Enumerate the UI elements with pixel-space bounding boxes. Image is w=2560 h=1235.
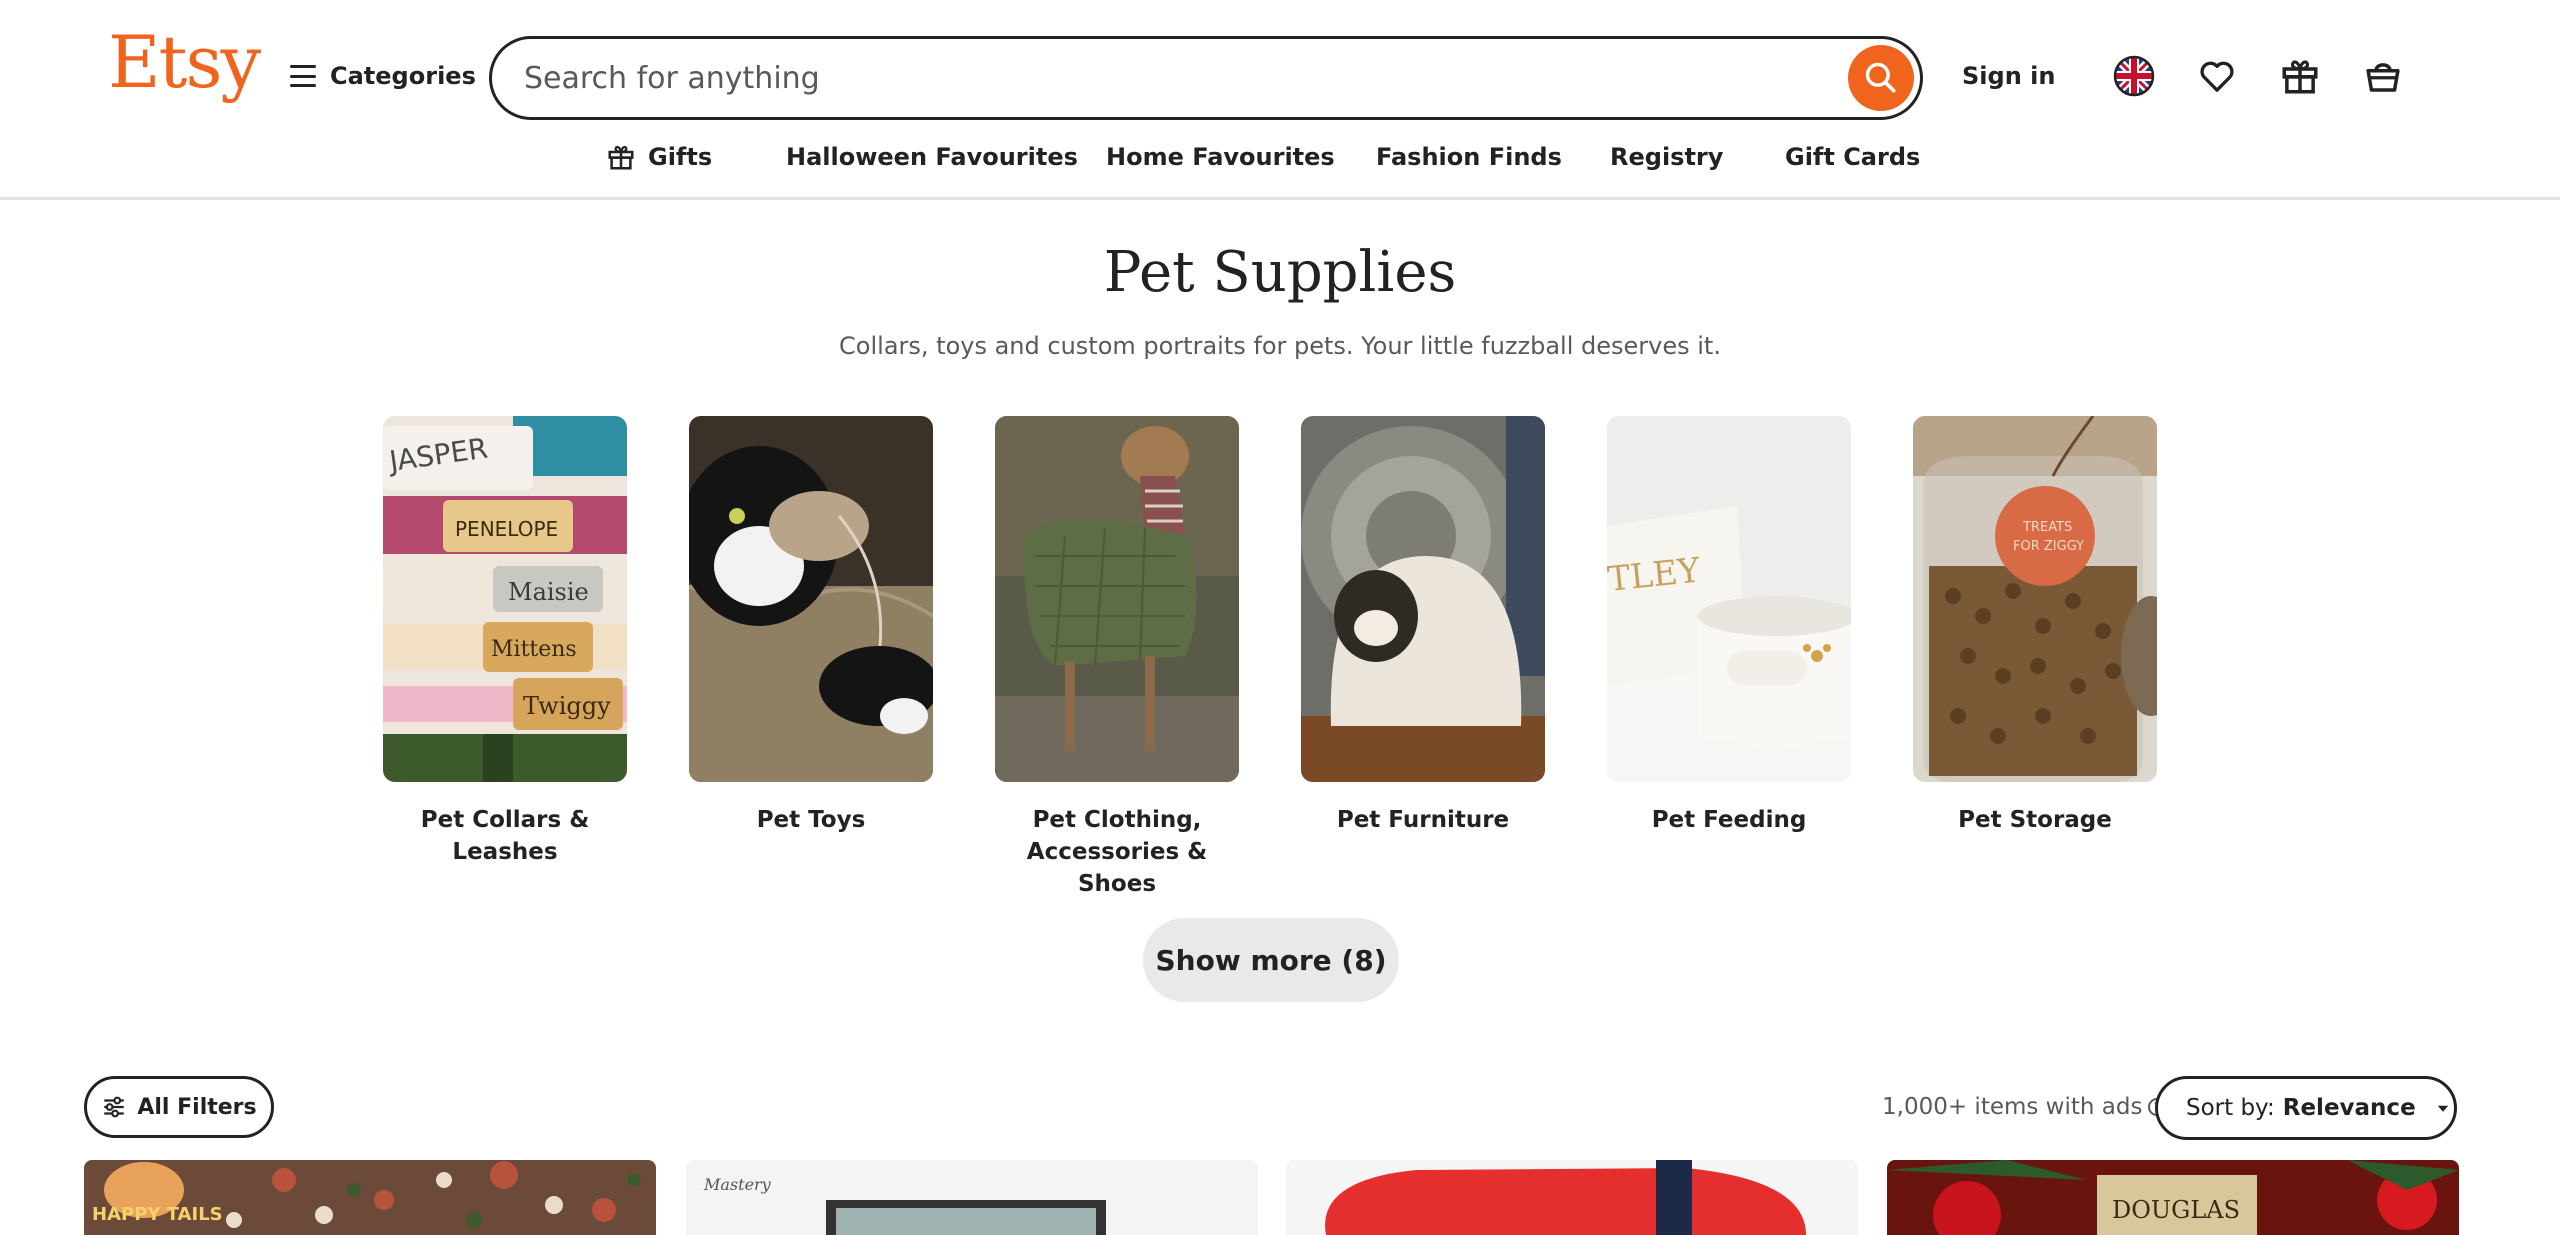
subnav-fashion-finds[interactable]: Fashion Finds xyxy=(1376,135,1562,179)
subnav-halloween-favourites[interactable]: Halloween Favourites xyxy=(786,135,1078,179)
svg-text:TREATS: TREATS xyxy=(2022,520,2072,535)
sign-in-link[interactable]: Sign in xyxy=(1962,56,2055,96)
category-pet-toys[interactable]: Pet Toys xyxy=(689,416,933,836)
category-label: Pet Feeding xyxy=(1651,807,1807,833)
listing-card[interactable] xyxy=(1286,1160,1858,1235)
category-label: Pet Furniture xyxy=(1336,807,1510,833)
etsy-logo[interactable]: Etsy xyxy=(108,26,261,98)
show-more-button[interactable]: Show more (8) xyxy=(1143,918,1399,1002)
subnav-home-favourites[interactable]: Home Favourites xyxy=(1106,135,1335,179)
page-subtitle: Collars, toys and custom portraits for p… xyxy=(839,332,1721,360)
items-count: 1,000+ items with ads ? xyxy=(1882,1090,2167,1124)
all-filters-label: All Filters xyxy=(137,1094,257,1120)
sub-navigation: Gifts Halloween Favourites Home Favourit… xyxy=(0,135,2560,179)
svg-text:DOUGLAS: DOUGLAS xyxy=(2112,1196,2240,1224)
hamburger-icon xyxy=(290,65,316,87)
heart-icon[interactable] xyxy=(2191,50,2243,102)
shopping-bag-icon[interactable] xyxy=(2357,50,2409,102)
category-image: TLEY xyxy=(1607,416,1851,782)
page-title: Pet Supplies xyxy=(1103,240,1457,305)
category-label: Pet Storage xyxy=(1958,807,2112,833)
svg-text:HAPPY TAILS: HAPPY TAILS xyxy=(92,1204,223,1225)
category-label: Pet Clothing, Accessories & Shoes xyxy=(1026,807,1208,897)
search-input[interactable] xyxy=(524,60,1784,96)
svg-text:Mittens: Mittens xyxy=(491,637,577,662)
category-pet-feeding[interactable]: TLEY Pet Feeding xyxy=(1607,416,1851,836)
category-pet-furniture[interactable]: Pet Furniture xyxy=(1301,416,1545,836)
sort-dropdown[interactable]: Sort by: Relevance xyxy=(2155,1076,2457,1140)
category-image: JASPER PENELOPE Maisie Mittens Twiggy xyxy=(383,416,627,782)
categories-button[interactable]: Categories xyxy=(290,56,476,96)
subnav-label: Home Favourites xyxy=(1106,143,1335,171)
listing-card[interactable]: DOUGLAS xyxy=(1887,1160,2459,1235)
subnav-label: Gift Cards xyxy=(1785,143,1921,171)
uk-flag-icon[interactable] xyxy=(2108,50,2160,102)
caret-down-icon xyxy=(2437,1105,2448,1112)
subnav-gifts[interactable]: Gifts xyxy=(606,135,712,179)
svg-text:Maisie: Maisie xyxy=(508,578,589,606)
category-image xyxy=(689,416,933,782)
category-image xyxy=(1301,416,1545,782)
category-pet-storage[interactable]: TREATS FOR ZIGGY Pet Storage xyxy=(1913,416,2157,836)
category-label: Pet Toys xyxy=(756,807,866,833)
subnav-registry[interactable]: Registry xyxy=(1610,135,1723,179)
subnav-gift-cards[interactable]: Gift Cards xyxy=(1785,135,1920,179)
svg-text:Mastery: Mastery xyxy=(703,1175,772,1194)
subnav-label: Gifts xyxy=(648,143,713,171)
category-pet-clothing[interactable]: Pet Clothing, Accessories & Shoes xyxy=(995,416,1239,900)
search-bar xyxy=(489,36,1923,120)
site-header: Etsy Categories Sign in xyxy=(0,0,2560,200)
category-image xyxy=(995,416,1239,782)
svg-text:FOR ZIGGY: FOR ZIGGY xyxy=(2013,539,2084,554)
categories-label: Categories xyxy=(330,62,476,90)
category-label: Pet Collars & Leashes xyxy=(420,807,590,865)
sort-prefix: Sort by: xyxy=(2186,1095,2275,1121)
search-icon xyxy=(1865,62,1896,93)
items-count-text: 1,000+ items with ads xyxy=(1882,1094,2143,1120)
svg-text:Twiggy: Twiggy xyxy=(523,692,611,720)
category-pet-collars-leashes[interactable]: JASPER PENELOPE Maisie Mittens Twiggy Pe… xyxy=(383,416,627,868)
svg-text:PENELOPE: PENELOPE xyxy=(455,517,558,541)
gift-icon[interactable] xyxy=(2274,50,2326,102)
subnav-label: Registry xyxy=(1610,143,1724,171)
subnav-label: Fashion Finds xyxy=(1376,143,1562,171)
search-button[interactable] xyxy=(1848,45,1914,111)
subnav-label: Halloween Favourites xyxy=(786,143,1078,171)
listing-card[interactable]: HAPPY TAILS xyxy=(84,1160,656,1235)
sort-value: Relevance xyxy=(2282,1095,2416,1121)
gift-icon xyxy=(608,145,634,170)
listing-card[interactable]: Mastery xyxy=(686,1160,1258,1235)
filter-sliders-icon xyxy=(104,1096,125,1118)
category-image: TREATS FOR ZIGGY xyxy=(1913,416,2157,782)
all-filters-button[interactable]: All Filters xyxy=(84,1076,274,1138)
